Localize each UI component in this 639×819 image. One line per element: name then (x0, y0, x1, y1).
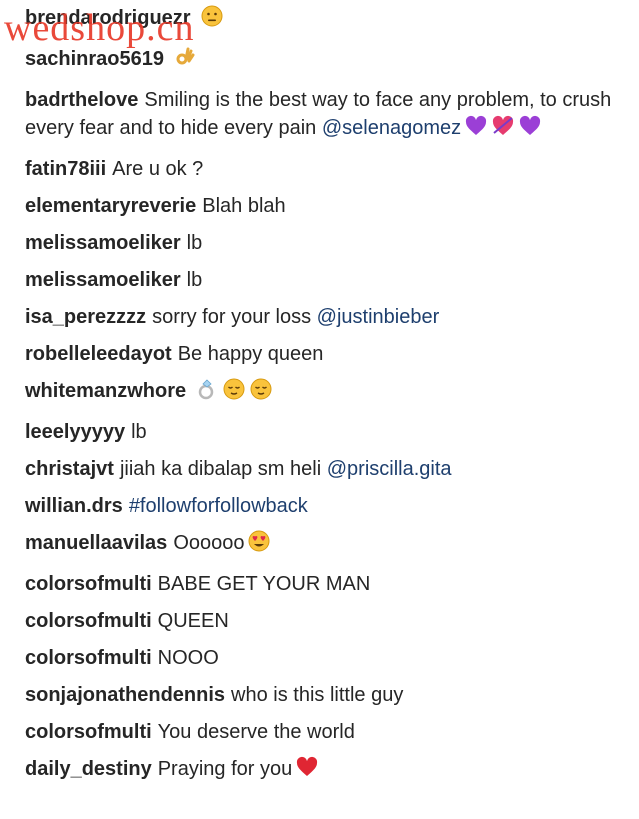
comment-username[interactable]: christajvt (25, 458, 114, 480)
comment-username[interactable]: sonjajonathendennis (25, 684, 225, 706)
comment-username[interactable]: brendarodriguezr (25, 7, 191, 29)
comment-row: colorsofmulti BABE GET YOUR MAN (25, 570, 625, 598)
comment-username[interactable]: melissamoeliker (25, 232, 181, 254)
comment-row: manuellaavilas Oooooo (25, 529, 625, 561)
comment-row: leeelyyyyy lb (25, 418, 625, 446)
comment-row: colorsofmulti NOOO (25, 644, 625, 672)
purple-heart-icon (518, 114, 542, 146)
comment-row: sachinrao5619 (25, 45, 625, 77)
comment-text: Oooooo (173, 532, 245, 554)
comment-list: brendarodriguezr sachinrao5619 badrthelove… (25, 4, 625, 819)
comment-username[interactable]: colorsofmulti (25, 610, 152, 632)
comment-username[interactable]: daily_destiny (25, 758, 152, 780)
comment-username[interactable]: manuellaavilas (25, 532, 167, 554)
comment-mention[interactable]: @selenagomez (322, 117, 461, 139)
comment-username[interactable]: robelleleedayot (25, 343, 172, 365)
comment-text: jiiah ka dibalap sm heli (119, 458, 322, 480)
heart-arrow-icon (491, 114, 515, 146)
comment-text: You deserve the world (157, 721, 355, 743)
comment-row: fatin78iii Are u ok ? (25, 155, 625, 183)
comment-hashtag[interactable]: #followforfollowback (129, 495, 308, 517)
relieved-face-icon (222, 377, 246, 409)
comment-row: isa_perezzzz sorry for your loss @justinb… (25, 303, 625, 331)
comment-text: sorry for your loss (152, 306, 312, 328)
comment-text: Are u ok ? (112, 158, 204, 180)
comment-row: colorsofmulti You deserve the world (25, 718, 625, 746)
comment-username[interactable]: badrthelove (25, 89, 138, 111)
comment-row: robelleleedayot Be happy queen (25, 340, 625, 368)
comment-username[interactable]: elementaryreverie (25, 195, 196, 217)
heart-eyes-icon (247, 529, 271, 561)
comment-username[interactable]: willian.drs (25, 495, 123, 517)
comment-row: brendarodriguezr (25, 4, 625, 36)
red-heart-icon (295, 755, 319, 787)
comment-row: badrthelove Smiling is the best way to fa… (25, 86, 625, 146)
relieved-face-icon (249, 377, 273, 409)
comment-text: Praying for you (157, 758, 293, 780)
comment-username[interactable]: whitemanzwhore (25, 380, 186, 402)
comment-row-partial (25, 796, 625, 810)
comment-row: whitemanzwhore (25, 377, 625, 409)
comment-username[interactable]: melissamoeliker (25, 269, 181, 291)
comment-row: colorsofmulti QUEEN (25, 607, 625, 635)
purple-heart-icon (464, 114, 488, 146)
comment-mention[interactable]: @priscilla.gita (327, 458, 452, 480)
comment-row: melissamoeliker lb (25, 229, 625, 257)
comment-text: lb (131, 421, 147, 443)
comment-username[interactable]: leeelyyyyy (25, 421, 125, 443)
comment-text: lb (186, 232, 203, 254)
comment-username[interactable]: isa_perezzzz (25, 306, 146, 328)
comment-username[interactable]: colorsofmulti (25, 721, 152, 743)
comment-text: who is this little guy (231, 684, 404, 706)
comment-username[interactable]: colorsofmulti (25, 573, 152, 595)
comment-row: christajvt jiiah ka dibalap sm heli @pris… (25, 455, 625, 483)
comment-row: willian.drs #followforfollowback (25, 492, 625, 520)
comment-mention[interactable]: @justinbieber (317, 306, 440, 328)
comment-text: NOOO (157, 647, 219, 669)
comment-row: daily_destiny Praying for you (25, 755, 625, 787)
ring-icon (195, 377, 219, 409)
comment-row: elementaryreverie Blah blah (25, 192, 625, 220)
comment-text: Blah blah (202, 195, 286, 217)
comment-username[interactable]: sachinrao5619 (25, 48, 164, 70)
comment-row: melissamoeliker lb (25, 266, 625, 294)
comment-text: lb (186, 269, 203, 291)
comment-text: QUEEN (157, 610, 229, 632)
comment-username[interactable]: fatin78iii (25, 158, 106, 180)
comment-row: sonjajonathendennis who is this little gu… (25, 681, 625, 709)
comment-username[interactable]: colorsofmulti (25, 647, 152, 669)
comment-text: BABE GET YOUR MAN (157, 573, 371, 595)
neutral-face-icon (200, 4, 224, 36)
comment-text: Be happy queen (177, 343, 324, 365)
ok-hand-icon (173, 45, 197, 77)
